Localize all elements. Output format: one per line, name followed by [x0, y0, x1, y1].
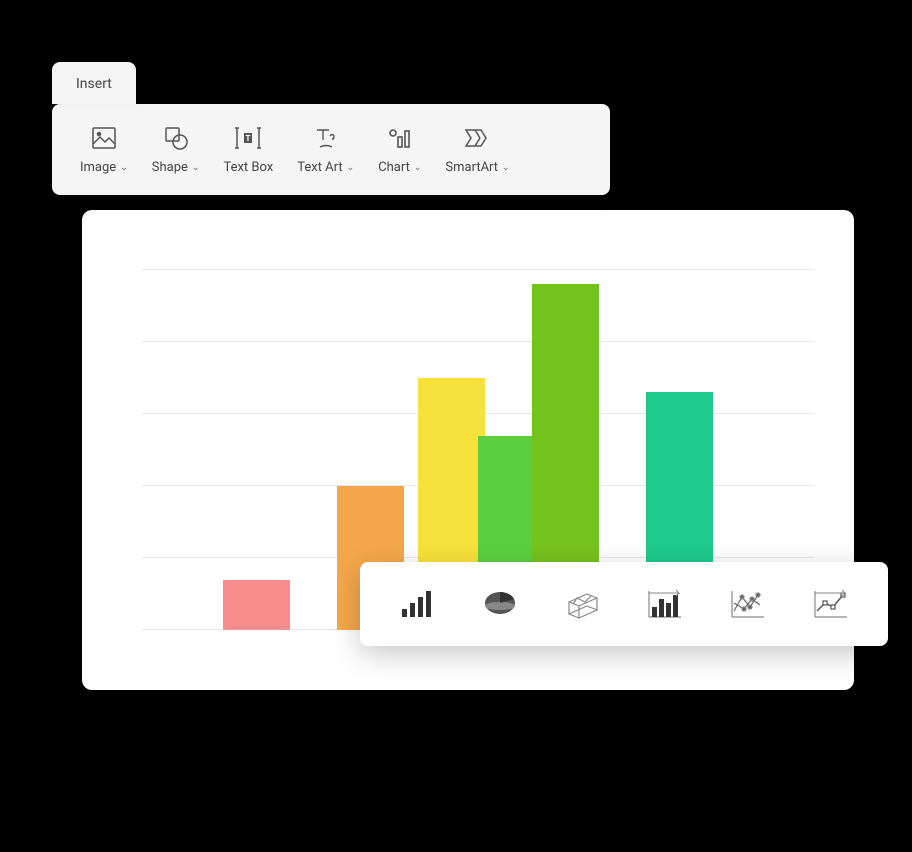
chevron-down-icon: ⌄	[120, 163, 128, 173]
chevron-down-icon: ⌄	[192, 163, 200, 173]
histogram-chart-type-button[interactable]	[645, 584, 685, 624]
insert-ribbon-panel: Insert Image ⌄	[52, 104, 610, 195]
surface-chart-type-button[interactable]	[563, 584, 603, 624]
insert-smartart-label: SmartArt	[445, 160, 498, 175]
chevron-down-icon: ⌄	[414, 163, 422, 173]
scatter-chart-icon	[730, 589, 766, 619]
chart-icon	[386, 124, 414, 152]
histogram-chart-icon	[647, 589, 683, 619]
ribbon-items-row: Image ⌄ Shape ⌄	[52, 104, 610, 195]
insert-shape-button[interactable]: Shape ⌄	[140, 118, 212, 181]
insert-chart-label: Chart	[378, 160, 410, 175]
shape-icon	[162, 124, 190, 152]
insert-smartart-button[interactable]: SmartArt ⌄	[433, 118, 521, 181]
textbox-icon: T	[234, 124, 262, 152]
insert-image-button[interactable]: Image ⌄	[68, 118, 140, 181]
line-chart-icon	[813, 589, 849, 619]
svg-text:T: T	[246, 134, 251, 143]
bar-chart-type-button[interactable]	[397, 584, 437, 624]
textart-icon	[312, 124, 340, 152]
line-chart-type-button[interactable]	[811, 584, 851, 624]
insert-tab-label: Insert	[76, 76, 112, 92]
insert-image-label: Image	[80, 160, 116, 175]
pie-chart-icon	[482, 589, 518, 619]
insert-textart-button[interactable]: Text Art ⌄	[285, 118, 366, 181]
chart-bar	[223, 580, 290, 630]
insert-tab[interactable]: Insert	[52, 62, 136, 104]
scatter-chart-type-button[interactable]	[728, 584, 768, 624]
chevron-down-icon: ⌄	[347, 163, 355, 173]
insert-textart-label: Text Art	[297, 160, 342, 175]
chart-type-popup	[360, 562, 888, 646]
insert-textbox-button[interactable]: T Text Box	[211, 118, 285, 181]
pie-chart-type-button[interactable]	[480, 584, 520, 624]
insert-textbox-label: Text Box	[223, 160, 273, 175]
insert-chart-button[interactable]: Chart ⌄	[366, 118, 433, 181]
insert-shape-label: Shape	[152, 160, 188, 175]
chevron-down-icon: ⌄	[502, 163, 510, 173]
image-icon	[90, 124, 118, 152]
surface-chart-icon	[565, 588, 601, 620]
smartart-icon	[463, 124, 491, 152]
bar-chart-icon	[400, 589, 434, 619]
